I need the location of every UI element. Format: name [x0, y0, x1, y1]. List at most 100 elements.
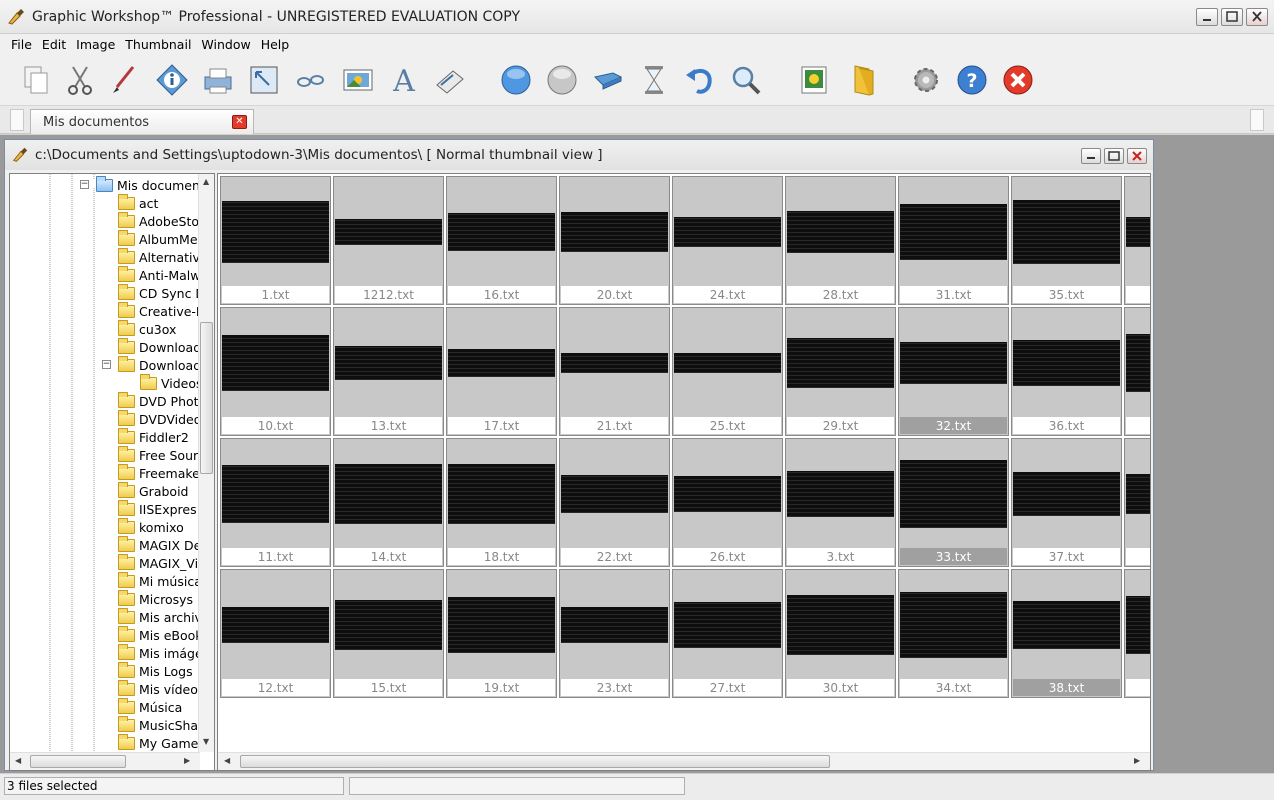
thumbnail-item[interactable]: 28.txt [785, 176, 896, 305]
thumbnail-item[interactable]: 10.txt [220, 307, 331, 436]
tree-horizontal-scrollbar[interactable]: ◀ ▶ [10, 752, 200, 770]
thumbnail-item[interactable]: 1212.txt [333, 176, 444, 305]
thumbnail-pane[interactable]: 1.txt 1212.txt 16.txt 20.txt 24.txt 28.txt 31.… [217, 173, 1151, 771]
tree-item[interactable]: Microsys [118, 589, 193, 608]
thumbnail-item[interactable]: 14.txt [333, 438, 444, 567]
tree-item[interactable]: act [118, 193, 158, 212]
tree-item[interactable]: Mis imáge [118, 643, 203, 662]
thumbnail-item[interactable]: 24.txt [672, 176, 783, 305]
tab-scroll-right[interactable] [1250, 109, 1264, 131]
thumbnail-item[interactable]: 31.txt [898, 176, 1009, 305]
menu-window[interactable]: Window [196, 37, 255, 52]
thumbnail-item[interactable]: 11.txt [220, 438, 331, 567]
tree-item[interactable]: komixo [118, 517, 184, 536]
thumbnail-item[interactable] [1124, 176, 1150, 305]
thumbnail-item[interactable]: 25.txt [672, 307, 783, 436]
tree-item[interactable]: cu3ox [118, 319, 176, 338]
menu-file[interactable]: File [6, 37, 37, 52]
thumbnail-item[interactable] [1124, 438, 1150, 567]
menu-thumbnail[interactable]: Thumbnail [120, 37, 196, 52]
menu-edit[interactable]: Edit [37, 37, 71, 52]
thumbnail-item[interactable]: 32.txt [898, 307, 1009, 436]
tree-item[interactable]: DVD Phot [118, 391, 199, 410]
thumbnail-item[interactable]: 19.txt [446, 569, 557, 698]
thumbnail-item[interactable]: 16.txt [446, 176, 557, 305]
scroll-up-arrow-icon[interactable]: ▲ [203, 178, 209, 186]
exit-button[interactable] [1000, 62, 1036, 98]
scroll-down-arrow-icon[interactable]: ▼ [203, 738, 209, 746]
thumbnail-scroll-thumb[interactable] [240, 755, 830, 768]
tree-item[interactable]: Música [118, 697, 182, 716]
tree-item-root[interactable]: Mis document [96, 175, 205, 194]
text-button[interactable]: A [386, 62, 422, 98]
collapse-icon[interactable]: − [102, 360, 111, 369]
scroll-right-arrow-icon[interactable]: ▶ [1134, 757, 1140, 765]
tree-item[interactable]: AlbumMe [118, 229, 198, 248]
scroll-right-arrow-icon[interactable]: ▶ [184, 757, 190, 765]
thumbnail-item[interactable]: 23.txt [559, 569, 670, 698]
tree-item[interactable]: Mis Logs [118, 661, 193, 680]
zoom-button[interactable] [728, 62, 764, 98]
tree-item[interactable]: AdobeSto [118, 211, 199, 230]
thumbnail-item[interactable]: 38.txt [1011, 569, 1122, 698]
tree-hscroll-thumb[interactable] [30, 755, 126, 768]
tree-item[interactable]: MAGIX_Vi [118, 553, 198, 572]
thumbnail-item[interactable]: 35.txt [1011, 176, 1122, 305]
tree-item[interactable]: Free Sour [118, 445, 198, 464]
tree-item[interactable]: Mi música [118, 571, 202, 590]
tree-item[interactable]: My Games [118, 733, 205, 752]
help-button[interactable]: ? [954, 62, 990, 98]
tree-item[interactable]: Download [118, 355, 201, 374]
minimize-button[interactable] [1196, 8, 1218, 26]
tree-item[interactable]: Alternativ [118, 247, 200, 266]
thumbnail-item[interactable]: 13.txt [333, 307, 444, 436]
settings-button[interactable] [908, 62, 944, 98]
maximize-button[interactable] [1221, 8, 1243, 26]
scan-button[interactable] [432, 62, 468, 98]
info-button[interactable] [154, 62, 190, 98]
blue-circle-button[interactable] [498, 62, 534, 98]
thumbnail-item[interactable]: 20.txt [559, 176, 670, 305]
tree-item[interactable]: Videos [140, 373, 203, 392]
tree-item[interactable]: Mis archiv [118, 607, 202, 626]
thumbnail-item[interactable]: 37.txt [1011, 438, 1122, 567]
tree-item[interactable]: Download [118, 337, 201, 356]
convert-button[interactable] [590, 62, 626, 98]
thumbnail-item[interactable]: 34.txt [898, 569, 1009, 698]
close-button[interactable] [1246, 8, 1268, 26]
gray-circle-button[interactable] [544, 62, 580, 98]
menu-image[interactable]: Image [71, 37, 120, 52]
scroll-left-arrow-icon[interactable]: ◀ [15, 757, 21, 765]
thumbnail-item[interactable]: 30.txt [785, 569, 896, 698]
child-minimize-button[interactable] [1081, 148, 1101, 164]
folder-button[interactable] [844, 62, 880, 98]
resize-button[interactable] [246, 62, 282, 98]
tree-item[interactable]: Mis vídeos [118, 679, 204, 698]
undo-button[interactable] [682, 62, 718, 98]
thumbnail-item[interactable]: 21.txt [559, 307, 670, 436]
tree-item[interactable]: Anti-Malw [118, 265, 201, 284]
tree-item[interactable]: MusicShak [118, 715, 205, 734]
thumbnail-item[interactable]: 3.txt [785, 438, 896, 567]
tree-item[interactable]: Graboid [118, 481, 188, 500]
slideshow-button[interactable] [796, 62, 832, 98]
thumbnail-item[interactable]: 17.txt [446, 307, 557, 436]
thumbnail-item[interactable]: 33.txt [898, 438, 1009, 567]
tree-scroll-thumb[interactable] [200, 322, 213, 474]
thumbnail-item[interactable]: 1.txt [220, 176, 331, 305]
child-maximize-button[interactable] [1104, 148, 1124, 164]
tree-item[interactable]: DVDVideo [118, 409, 201, 428]
thumbnail-item[interactable]: 18.txt [446, 438, 557, 567]
edit-button[interactable] [106, 62, 142, 98]
thumbnail-item[interactable]: 27.txt [672, 569, 783, 698]
thumbnail-item[interactable]: 12.txt [220, 569, 331, 698]
print-button[interactable] [200, 62, 236, 98]
scroll-left-arrow-icon[interactable]: ◀ [224, 757, 230, 765]
thumbnail-item[interactable] [1124, 307, 1150, 436]
thumbnail-item[interactable] [1124, 569, 1150, 698]
thumbnail-item[interactable]: 29.txt [785, 307, 896, 436]
tab-mis-documentos[interactable]: Mis documentos ✕ [30, 109, 254, 134]
tree-item[interactable]: Fiddler2 [118, 427, 189, 446]
child-close-button[interactable] [1127, 148, 1147, 164]
tree-item[interactable]: Creative-I [118, 301, 200, 320]
